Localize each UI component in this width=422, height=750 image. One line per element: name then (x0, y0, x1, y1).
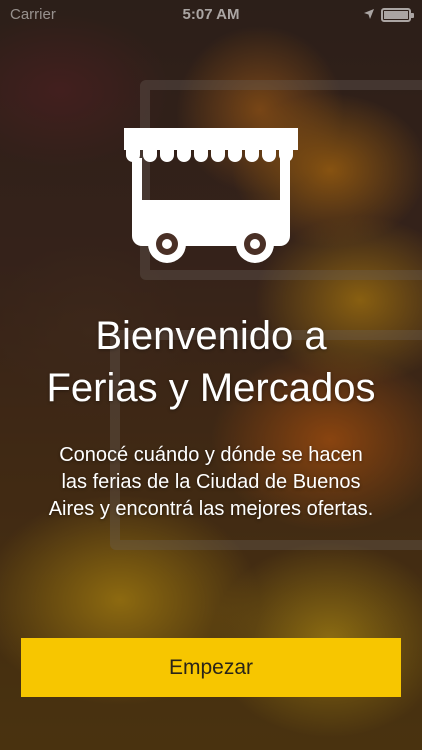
start-button[interactable]: Empezar (21, 638, 401, 697)
market-stall-cart-icon (124, 128, 298, 263)
welcome-title: Bienvenido a Ferias y Mercados (0, 310, 422, 414)
welcome-subtitle-line: las ferias de la Ciudad de Buenos (61, 471, 361, 493)
welcome-title-line: Bienvenido a (95, 314, 327, 358)
battery-icon (381, 8, 414, 22)
welcome-subtitle-line: Aires y encontrá las mejores ofertas. (48, 498, 374, 520)
status-time: 5:07 AM (182, 6, 240, 23)
welcome-screen: Carrier 5:07 AM Bienvenido a Ferias y Me… (0, 0, 422, 750)
location-arrow-icon (364, 9, 374, 19)
welcome-title-line: Ferias y Mercados (46, 366, 376, 410)
welcome-subtitle: Conocé cuándo y dónde se hacen las feria… (20, 442, 402, 523)
battery-level (384, 11, 408, 19)
welcome-subtitle-line: Conocé cuándo y dónde se hacen (59, 444, 363, 466)
status-bar: Carrier 5:07 AM (0, 0, 422, 30)
